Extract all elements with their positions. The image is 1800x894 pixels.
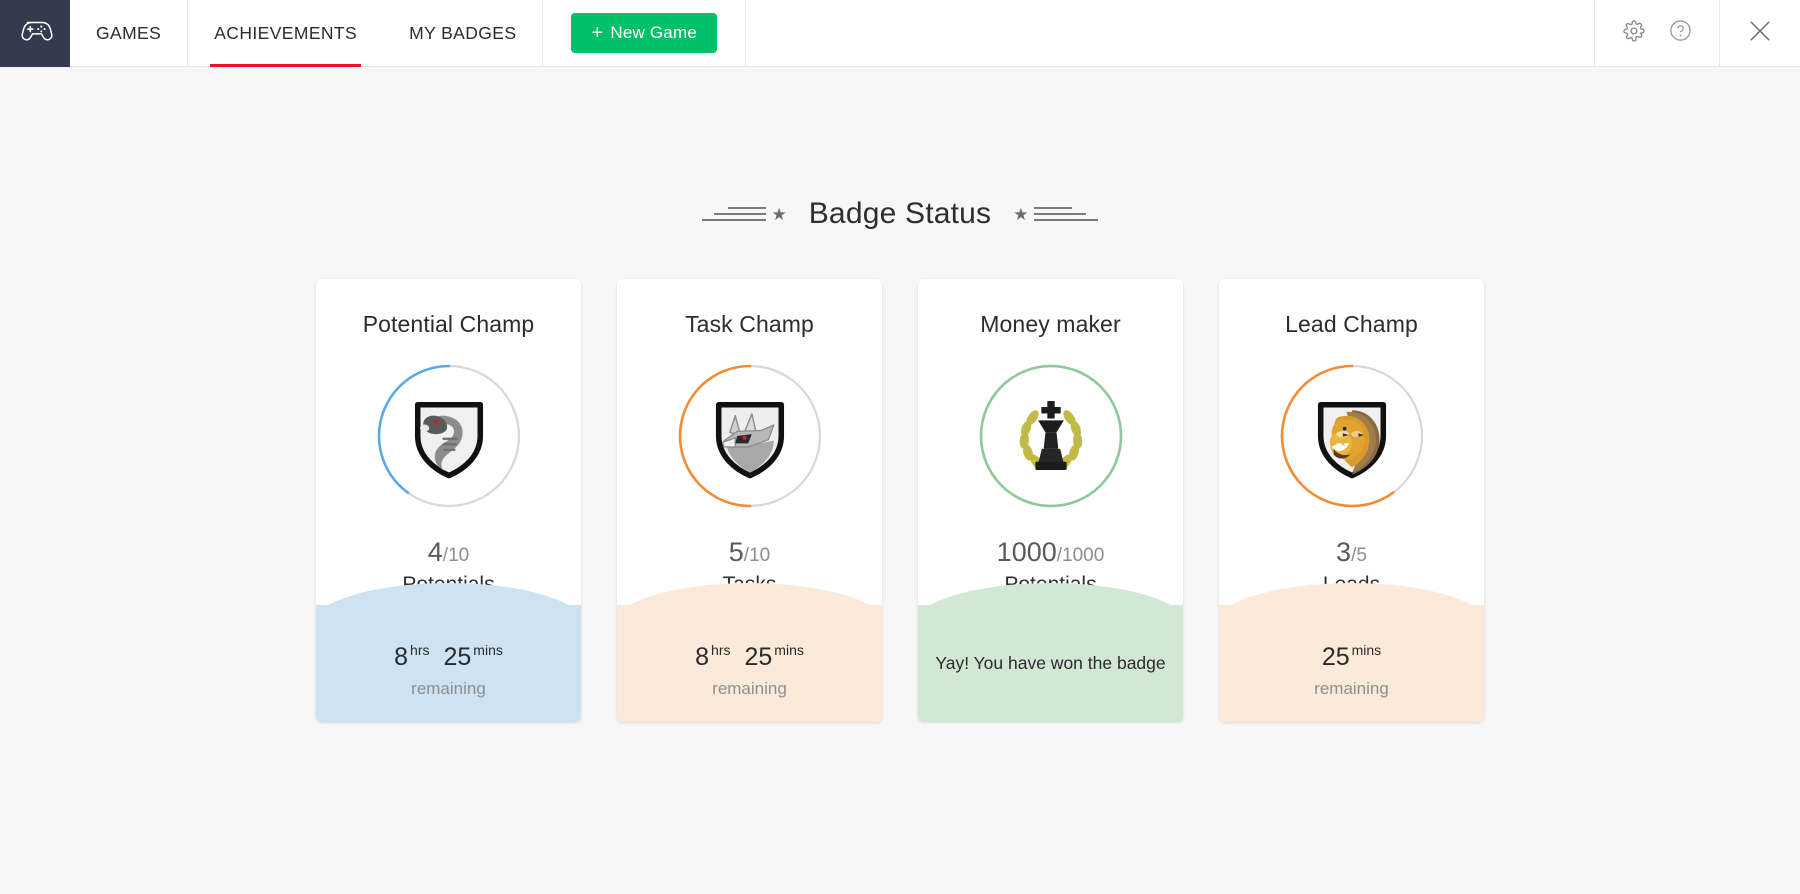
page-title: Badge Status [809,197,992,231]
footer-content: 8 hrs 25 mins remaining [394,629,503,699]
tab-my-badges[interactable]: MY BADGES [383,0,543,66]
decoration-line [1034,213,1086,215]
progress-ring [975,360,1127,512]
time-pair: 8 hrs [394,645,429,670]
time-value: 25 [744,645,772,670]
time-value: 25 [443,645,471,670]
badge-card[interactable]: Task Champ 5/10 [617,279,882,722]
time-unit: hrs [711,643,730,657]
footer-content: 25 mins remaining [1314,629,1389,699]
badge-count-line: 4/10 [402,538,494,568]
time-remaining-label: remaining [695,679,804,699]
topbar-spacer [746,0,1594,66]
badge-card-footer: 8 hrs 25 mins remaining [316,605,581,722]
cobra-shield-icon [403,390,495,482]
gamepad-icon [17,18,53,49]
progress-ring [1276,360,1428,512]
progress-ring [674,360,826,512]
badge-card[interactable]: Lead Champ [1219,279,1484,722]
time-unit: mins [774,643,804,657]
badge-card-footer: Yay! You have won the badge [918,605,1183,722]
new-game-label: New Game [610,23,697,43]
count-numerator: 3 [1336,537,1351,567]
count-denominator: 1000 [1062,545,1104,566]
time-unit: mins [1352,643,1382,657]
chess-king-laurel-icon [1005,390,1097,482]
time-remaining-row: 8 hrs 25 mins [695,645,804,670]
gear-icon [1623,20,1645,47]
utility-icon-group [1594,0,1719,66]
count-numerator: 4 [428,537,443,567]
tab-achievements[interactable]: ACHIEVEMENTS [188,0,383,66]
count-denominator: 10 [749,545,770,566]
time-pair: 25 mins [1322,645,1381,670]
question-circle-icon [1669,19,1692,47]
count-denominator: 10 [448,545,469,566]
help-button[interactable] [1667,20,1693,46]
header-decoration-right: ★ [1013,206,1097,223]
decoration-lines-right [1034,207,1098,221]
time-value: 8 [695,645,709,670]
footer-content: 8 hrs 25 mins remaining [695,629,804,699]
time-pair: 25 mins [443,645,502,670]
count-denominator: 5 [1356,545,1367,566]
app-logo[interactable] [0,0,70,67]
decoration-line [702,219,766,221]
badge-count-line: 3/5 [1323,538,1380,568]
star-icon: ★ [1013,206,1028,223]
time-remaining-row: 25 mins [1314,645,1389,670]
progress-ring [373,360,525,512]
badge-card-title: Money maker [980,311,1120,338]
footer-curve [918,583,1183,627]
tab-my-badges-label: MY BADGES [409,23,516,44]
footer-curve [1219,583,1484,627]
time-value: 8 [394,645,408,670]
decoration-line [714,213,766,215]
close-button[interactable] [1719,0,1800,66]
footer-curve [316,583,581,627]
new-game-button[interactable]: + New Game [571,13,717,53]
badge-won-message: Yay! You have won the badge [925,653,1175,674]
badge-card-list: Potential Champ 4/10 Potent [0,279,1800,722]
lion-shield-icon [1306,390,1398,482]
time-unit: hrs [410,643,429,657]
tab-games-label: GAMES [96,23,161,44]
time-pair: 8 hrs [695,645,730,670]
page-header: ★ Badge Status ★ [0,197,1800,231]
decoration-line [1034,219,1098,221]
star-icon: ★ [771,206,786,223]
badge-card-title: Lead Champ [1285,311,1418,338]
tab-games[interactable]: GAMES [70,0,188,66]
time-unit: mins [473,643,503,657]
time-pair: 25 mins [744,645,803,670]
topbar-right-controls [1594,0,1800,66]
wolf-shield-icon [704,390,796,482]
badge-card-footer: 8 hrs 25 mins remaining [617,605,882,722]
badge-card-footer: 25 mins remaining [1219,605,1484,722]
time-remaining-label: remaining [394,679,503,699]
count-numerator: 5 [729,537,744,567]
badge-card-title: Task Champ [685,311,814,338]
badge-card[interactable]: Potential Champ 4/10 Potent [316,279,581,722]
nav-tabs: GAMES ACHIEVEMENTS MY BADGES [70,0,543,66]
count-numerator: 1000 [997,537,1057,567]
decoration-line [1034,207,1072,209]
time-remaining-label: remaining [1314,679,1389,699]
close-icon [1746,17,1774,50]
decoration-line [728,207,766,209]
time-value: 25 [1322,645,1350,670]
new-game-container: + New Game [543,0,746,66]
plus-icon: + [591,23,603,43]
tab-achievements-label: ACHIEVEMENTS [214,23,357,44]
badge-count-line: 1000/1000 [997,538,1105,568]
badge-count-line: 5/10 [723,538,777,568]
badge-card[interactable]: Money maker [918,279,1183,722]
time-remaining-row: 8 hrs 25 mins [394,645,503,670]
decoration-lines-left [702,207,766,221]
footer-curve [617,583,882,627]
badge-card-title: Potential Champ [363,311,535,338]
settings-button[interactable] [1621,20,1647,46]
top-navigation-bar: GAMES ACHIEVEMENTS MY BADGES + New Game [0,0,1800,67]
header-decoration-left: ★ [702,206,786,223]
